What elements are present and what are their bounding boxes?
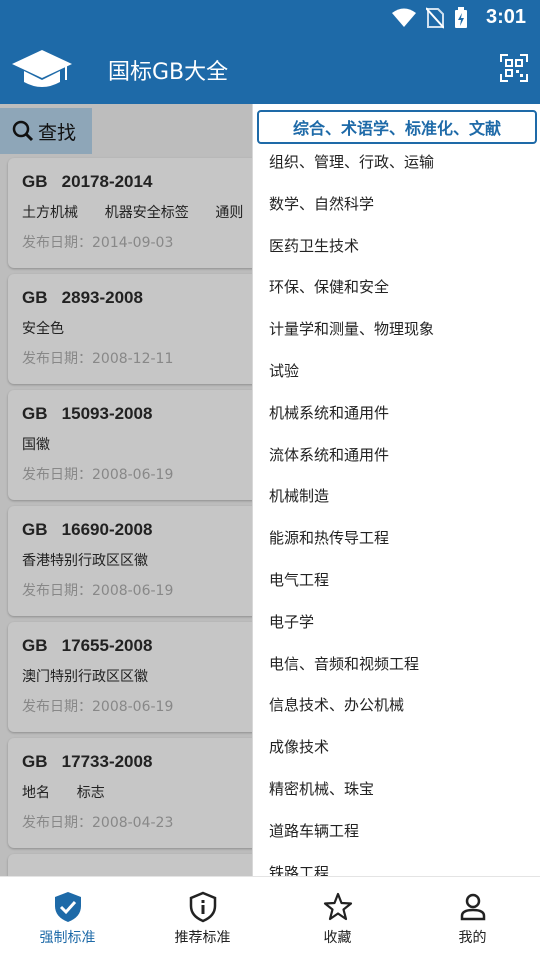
- category-item[interactable]: 道路车辆工程: [253, 811, 540, 853]
- nav-favorites[interactable]: 收藏: [270, 877, 405, 960]
- category-item[interactable]: 组织、管理、行政、运输: [253, 142, 540, 184]
- nav-label: 收藏: [323, 930, 352, 946]
- category-item[interactable]: 信息技术、办公机械: [253, 685, 540, 727]
- category-item[interactable]: 电气工程: [253, 560, 540, 602]
- bottom-nav: 强制标准 推荐标准 收藏 我的: [0, 876, 540, 960]
- nav-label: 推荐标准: [174, 930, 231, 946]
- status-icons: [392, 7, 468, 29]
- star-icon: [323, 892, 352, 921]
- app-title: 国标GB大全: [108, 60, 229, 85]
- category-selected[interactable]: 综合、术语学、标准化、文献: [257, 110, 537, 144]
- category-item[interactable]: 电子学: [253, 602, 540, 644]
- status-bar: 3:01: [0, 0, 540, 36]
- shield-check-icon: [54, 892, 81, 922]
- category-item[interactable]: 成像技术: [253, 727, 540, 769]
- search-button[interactable]: 查找: [0, 108, 92, 154]
- category-item[interactable]: 环保、保健和安全: [253, 267, 540, 309]
- category-item[interactable]: 机械制造: [253, 476, 540, 518]
- person-icon: [460, 893, 485, 921]
- wifi-icon: [392, 8, 416, 27]
- nav-mandatory-standards[interactable]: 强制标准: [0, 877, 135, 960]
- category-item[interactable]: 机械系统和通用件: [253, 393, 540, 435]
- nav-label: 我的: [458, 930, 487, 946]
- graduation-cap-icon: [12, 50, 72, 87]
- category-item[interactable]: 精密机械、珠宝: [253, 769, 540, 811]
- category-list: 组织、管理、行政、运输 数学、自然科学 医药卫生技术 环保、保健和安全 计量学和…: [253, 142, 540, 876]
- category-item[interactable]: 计量学和测量、物理现象: [253, 309, 540, 351]
- category-item[interactable]: 电信、音频和视频工程: [253, 644, 540, 686]
- category-item[interactable]: 试验: [253, 351, 540, 393]
- nav-label: 强制标准: [39, 930, 96, 946]
- category-item[interactable]: 医药卫生技术: [253, 226, 540, 268]
- category-item[interactable]: 能源和热传导工程: [253, 518, 540, 560]
- qr-scan-icon[interactable]: [500, 54, 528, 82]
- category-item[interactable]: 数学、自然科学: [253, 184, 540, 226]
- category-item[interactable]: 流体系统和通用件: [253, 435, 540, 477]
- search-label: 查找: [38, 121, 77, 144]
- nav-mine[interactable]: 我的: [405, 877, 540, 960]
- app-bar: 国标GB大全: [0, 36, 540, 104]
- no-sim-icon: [426, 7, 444, 29]
- battery-charging-icon: [455, 7, 467, 28]
- shield-info-icon: [189, 891, 216, 923]
- category-item[interactable]: 铁路工程: [253, 853, 540, 876]
- search-icon: [12, 120, 34, 142]
- status-time: 3:01: [485, 6, 526, 28]
- nav-recommended-standards[interactable]: 推荐标准: [135, 877, 270, 960]
- category-dropdown: 综合、术语学、标准化、文献 组织、管理、行政、运输 数学、自然科学 医药卫生技术…: [252, 104, 540, 876]
